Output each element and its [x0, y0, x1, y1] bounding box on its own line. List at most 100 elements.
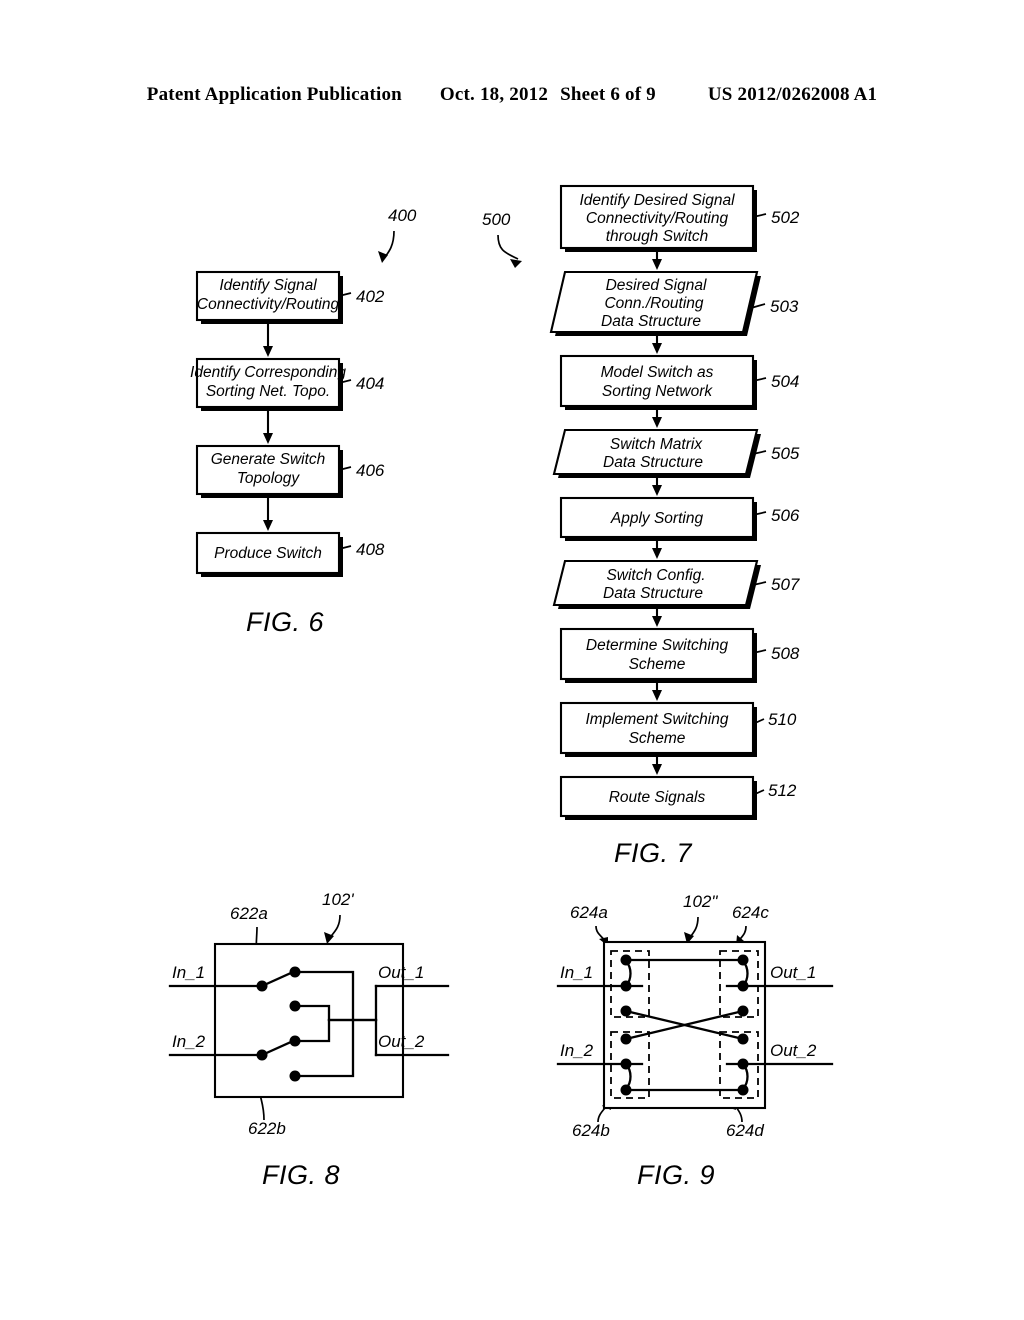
fig9-sw-d-ref: 624d — [726, 1121, 764, 1140]
fig6-step-402-ref: 402 — [356, 287, 385, 306]
fig7-step-504-ref: 504 — [771, 372, 799, 391]
fig6-step-404-line2: Sorting Net. Topo. — [206, 383, 330, 400]
fig6-flow-arrowhead — [378, 251, 388, 263]
fig6-arrowhead-3 — [263, 520, 273, 531]
fig7-arrowhead-1 — [652, 259, 662, 270]
fig7-step-503-line1: Desired Signal — [606, 277, 707, 294]
fig7-step-508-line2: Scheme — [629, 656, 686, 673]
fig9-contact-d-top — [737, 1033, 749, 1045]
fig6-step-402-line1: Identify Signal — [219, 277, 317, 294]
fig9-contact-d-bottom — [737, 1084, 749, 1096]
fig6-step-404: Identify Corresponding Sorting Net. Topo… — [190, 357, 384, 411]
fig7-step-502-line1: Identify Desired Signal — [579, 192, 735, 209]
fig6-step-408-line1: Produce Switch — [214, 545, 322, 562]
fig8-switch-ref: 102' — [322, 890, 354, 909]
fig7-arrowhead-6 — [652, 616, 662, 627]
fig7-caption: FIG. 7 — [614, 838, 693, 868]
fig9-contact-b-bottom — [620, 1084, 632, 1096]
fig9-contact-a-bottom — [620, 1005, 632, 1017]
figure-8: 102' 622a 622b In_1 In_2 Out_1 Out_2 — [168, 890, 450, 1138]
fig7-step-507-line1: Switch Config. — [606, 567, 705, 584]
fig7-step-504-line1: Model Switch as — [601, 364, 714, 381]
fig7-step-508-ref: 508 — [771, 644, 800, 663]
fig9-contact-b-top — [620, 1033, 632, 1045]
fig7-step-510-line2: Scheme — [629, 730, 686, 747]
fig7-arrowhead-8 — [652, 764, 662, 775]
fig7-step-502-line2: Connectivity/Routing — [586, 210, 729, 227]
fig7-step-503-line2: Conn./Routing — [604, 295, 703, 312]
fig7-step-506-line1: Apply Sorting — [610, 510, 704, 527]
fig9-pole-c — [737, 980, 749, 992]
fig9-contact-c-bottom — [737, 1005, 749, 1017]
fig6-arrowhead-1 — [263, 346, 273, 357]
fig7-step-503-line3: Data Structure — [601, 313, 701, 330]
fig6-step-406-line2: Topology — [237, 470, 301, 487]
fig9-sw-a-ref: 624a — [570, 903, 608, 922]
fig7-step-504: Model Switch as Sorting Network 504 — [559, 354, 799, 410]
fig6-flow-ref: 400 — [388, 206, 417, 225]
fig6-step-404-ref: 404 — [356, 374, 384, 393]
fig6-step-402: Identify Signal Connectivity/Routing 402 — [195, 270, 385, 324]
fig9-sw-c-ref: 624c — [732, 903, 769, 922]
fig7-step-503: Desired Signal Conn./Routing Data Struct… — [549, 270, 799, 336]
header-publication: Patent Application Publication — [146, 84, 402, 105]
figure-7: 500 Identify Desired Signal Connectivity… — [482, 184, 800, 820]
fig7-step-508-line1: Determine Switching — [586, 637, 729, 654]
fig7-step-504-line2: Sorting Network — [602, 383, 714, 400]
fig7-step-508: Determine Switching Scheme 508 — [559, 627, 800, 683]
fig7-flow-leader — [497, 234, 519, 260]
fig8-in2-label: In_2 — [172, 1032, 206, 1051]
fig9-pole-a — [620, 980, 632, 992]
fig9-out2-label: Out_2 — [770, 1041, 817, 1060]
fig8-pole-a — [256, 980, 268, 992]
fig6-step-406-ref: 406 — [356, 461, 385, 480]
fig7-arrowhead-4 — [652, 485, 662, 496]
fig9-in2-label: In_2 — [560, 1041, 594, 1060]
fig7-step-507-ref: 507 — [771, 575, 800, 594]
fig9-out1-label: Out_1 — [770, 963, 816, 982]
fig8-caption: FIG. 8 — [262, 1160, 341, 1190]
fig9-in1-label: In_1 — [560, 963, 593, 982]
fig9-switch-ref: 102" — [683, 892, 718, 911]
fig7-step-503-ref: 503 — [770, 297, 799, 316]
fig6-arrowhead-2 — [263, 433, 273, 444]
fig7-arrowhead-5 — [652, 548, 662, 559]
fig7-step-502-line3: through Switch — [606, 228, 709, 245]
fig8-out1-label: Out_1 — [378, 963, 424, 982]
fig7-step-510: Implement Switching Scheme 510 — [559, 701, 797, 757]
fig9-sw-b-ref: 624b — [572, 1121, 610, 1140]
fig6-caption: FIG. 6 — [246, 607, 325, 637]
fig7-step-512-ref: 512 — [768, 781, 797, 800]
fig7-step-512-line1: Route Signals — [609, 789, 706, 806]
figure-9: 102" 624a 624c 624b 624d In_1 In_2 Out_1… — [556, 892, 834, 1140]
figure-6: 400 Identify Signal Connectivity/Routing… — [190, 206, 417, 577]
fig9-contact-c-top — [737, 954, 749, 966]
fig7-step-502: Identify Desired Signal Connectivity/Rou… — [559, 184, 800, 252]
fig7-step-505-line1: Switch Matrix — [610, 436, 703, 453]
fig6-step-408: Produce Switch 408 — [195, 531, 385, 577]
fig7-arrowhead-2 — [652, 343, 662, 354]
fig7-flow-arrowhead — [510, 259, 522, 268]
fig7-step-507: Switch Config. Data Structure 507 — [552, 559, 800, 609]
fig7-arrowhead-3 — [652, 417, 662, 428]
fig8-pole-b — [256, 1049, 268, 1061]
fig6-step-406: Generate Switch Topology 406 — [195, 444, 385, 498]
page-header: Patent Application Publication Oct. 18, … — [0, 84, 1024, 106]
fig7-step-505-ref: 505 — [771, 444, 800, 463]
fig8-switch-a-ref: 622a — [230, 904, 268, 923]
fig7-step-502-ref: 502 — [771, 208, 800, 227]
fig7-step-506: Apply Sorting 506 — [559, 496, 800, 541]
fig6-step-402-line2: Connectivity/Routing — [197, 296, 340, 313]
header-patent-number: US 2012/0262008 A1 — [707, 84, 878, 105]
fig8-in1-label: In_1 — [172, 963, 205, 982]
fig9-contact-a-top — [620, 954, 632, 966]
fig9-caption: FIG. 9 — [637, 1160, 716, 1190]
fig6-step-406-line1: Generate Switch — [211, 451, 326, 468]
fig7-step-507-line2: Data Structure — [603, 585, 703, 602]
fig7-arrowhead-7 — [652, 690, 662, 701]
fig7-step-506-ref: 506 — [771, 506, 800, 525]
fig9-pole-b — [620, 1058, 632, 1070]
fig7-flow-ref: 500 — [482, 210, 511, 229]
fig9-pole-d — [737, 1058, 749, 1070]
fig7-step-505: Switch Matrix Data Structure 505 — [552, 428, 800, 478]
